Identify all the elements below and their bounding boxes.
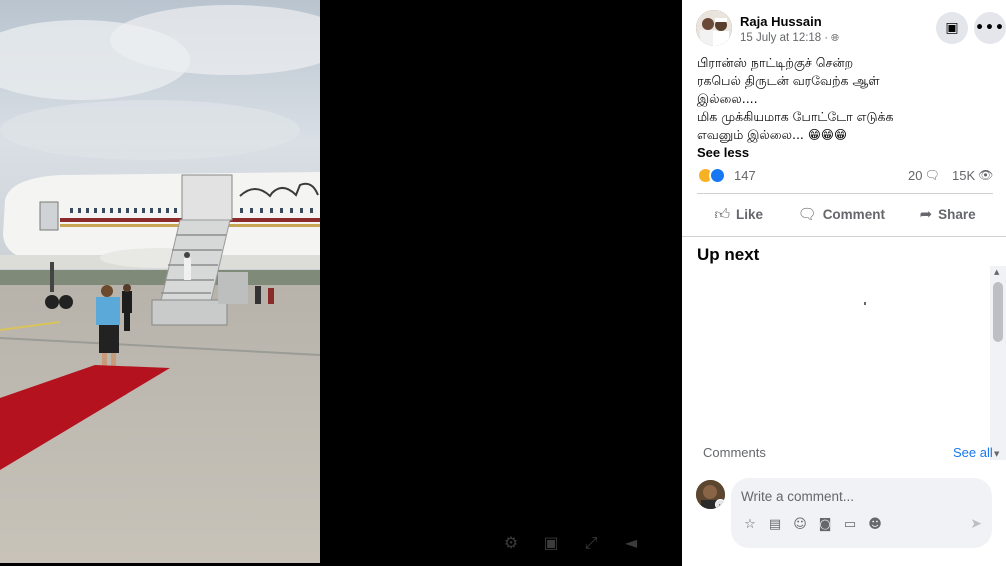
post-header: Raja Hussain 15 July at 12:18 · 🌐︎ ▣ ••• <box>696 8 1006 48</box>
camera-icon[interactable]: ◙ <box>816 516 834 534</box>
up-next-heading: Up next <box>697 245 760 264</box>
more-options-button[interactable]: ••• <box>974 12 1006 44</box>
share-icon: ➦ <box>919 205 933 223</box>
post-text-line: எவனும் இல்லை... 😁😁😁 <box>697 127 847 142</box>
loading-indicator <box>864 302 866 305</box>
thumbs-up-icon: 👍︎ <box>714 204 730 223</box>
author-name[interactable]: Raja Hussain <box>740 14 822 29</box>
post-text-line: ரகபெல் திருடன் வரவேற்க ஆள் <box>697 73 880 88</box>
up-next-list[interactable] <box>682 266 990 436</box>
post-text-line: இல்லை.... <box>697 91 758 106</box>
post-text-line: மிக முக்கியமாக போட்டோ எடுக்க <box>697 109 894 124</box>
picture-in-picture-icon[interactable]: ▣ <box>540 532 562 554</box>
video-stage[interactable]: ⚙ ▣ ⤢ ◄ <box>0 0 682 566</box>
views-count-group: 15K 👁︎ <box>952 168 993 183</box>
post-stats: 147 20 🗨︎ 15K 👁︎ <box>697 166 993 186</box>
views-count: 15K <box>952 168 976 183</box>
post-actions: 👍︎ Like 🗨︎ Comment ➦ Share <box>697 198 993 230</box>
comment-button[interactable]: 🗨︎ Comment <box>798 198 885 230</box>
share-button[interactable]: ➦ Share <box>920 198 976 230</box>
scroll-down-icon[interactable]: ▼ <box>994 450 999 458</box>
globe-icon: 🌐︎ <box>831 32 840 44</box>
settings-icon[interactable]: ⚙ <box>500 532 522 554</box>
post-text-line: பிரான்ஸ் நாட்டிற்குச் சென்ற <box>697 55 854 70</box>
reaction-icons[interactable] <box>697 167 726 184</box>
comment-label: Comment <box>822 206 885 222</box>
see-all-comments-link[interactable]: See all <box>953 445 993 460</box>
comments-count: 20 <box>908 168 923 183</box>
gif-icon[interactable]: ▭ <box>841 516 859 534</box>
avatar-sticker-icon[interactable]: ☆ <box>741 516 759 534</box>
current-user-avatar[interactable]: ⌄ <box>696 480 725 509</box>
more-dots-icon: ••• <box>975 20 1005 36</box>
like-reaction-icon <box>709 167 726 184</box>
video-still-image <box>0 0 320 563</box>
bookmark-icon: ▣ <box>945 20 959 36</box>
post-meta: 15 July at 12:18 · 🌐︎ <box>740 32 840 44</box>
share-label: Share <box>938 206 976 222</box>
comment-composer: ☆ ▤ ☺ ◙ ▭ ☻ ➤ <box>731 478 992 548</box>
author-avatar[interactable] <box>696 10 732 46</box>
video-frame[interactable] <box>0 0 320 563</box>
sticker-icon[interactable]: ▤ <box>766 516 784 534</box>
fullscreen-icon[interactable]: ⤢ <box>580 532 602 554</box>
sticker-face-icon[interactable]: ☻ <box>866 516 884 534</box>
comments-heading: Comments <box>703 445 766 460</box>
like-label: Like <box>736 206 764 222</box>
comment-input[interactable] <box>741 485 971 507</box>
like-button[interactable]: 👍︎ Like <box>714 198 763 230</box>
divider <box>682 236 1006 237</box>
composer-tools: ☆ ▤ ☺ ◙ ▭ ☻ <box>741 516 884 534</box>
up-next-scrollbar[interactable]: ▲ ▼ <box>990 266 1006 460</box>
comment-bubble-icon: 🗨︎ <box>924 168 940 182</box>
scroll-up-icon[interactable]: ▲ <box>994 268 999 276</box>
avatar-image <box>696 10 732 46</box>
eye-icon: 👁︎ <box>978 168 994 182</box>
post-timestamp[interactable]: 15 July at 12:18 <box>740 32 821 44</box>
send-icon[interactable]: ➤ <box>970 516 982 532</box>
reactions-count[interactable]: 147 <box>734 168 756 183</box>
emoji-icon[interactable]: ☺ <box>791 516 809 534</box>
scrollbar-thumb[interactable] <box>993 282 1003 342</box>
comments-count-link[interactable]: 20 🗨︎ <box>908 168 940 183</box>
chevron-down-icon[interactable]: ⌄ <box>715 499 725 509</box>
see-less-link[interactable]: See less <box>697 145 749 160</box>
divider <box>697 193 993 194</box>
video-controls: ⚙ ▣ ⤢ ◄ <box>500 532 642 554</box>
volume-icon[interactable]: ◄ <box>620 532 642 554</box>
post-panel: Raja Hussain 15 July at 12:18 · 🌐︎ ▣ •••… <box>682 0 1006 566</box>
save-post-button[interactable]: ▣ <box>936 12 968 44</box>
post-text: பிரான்ஸ் நாட்டிற்குச் சென்ற ரகபெல் திருட… <box>697 54 992 144</box>
comment-icon: 🗨︎ <box>797 205 817 223</box>
